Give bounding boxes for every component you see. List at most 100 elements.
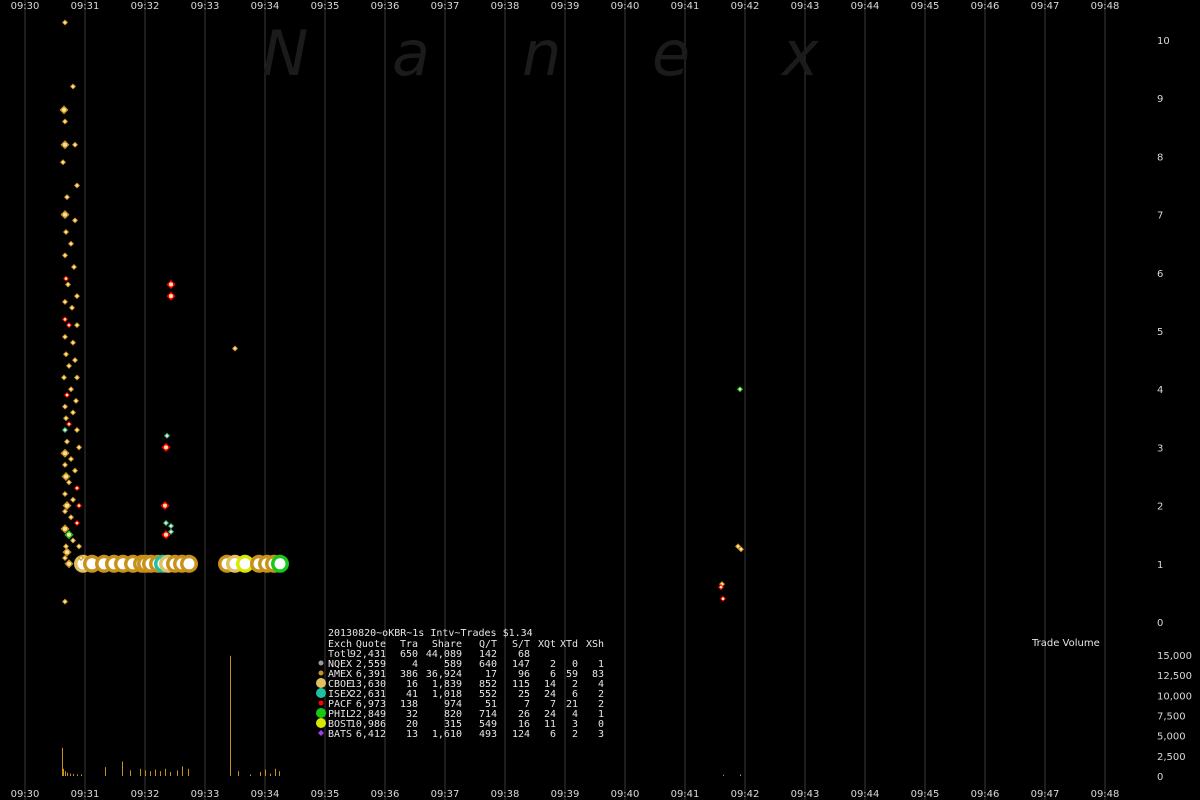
price-tick: 7 bbox=[1157, 211, 1163, 222]
volume-tick: 5,000 bbox=[1157, 732, 1186, 743]
table-row-cell: 493 bbox=[479, 729, 497, 740]
trade-marker bbox=[62, 316, 68, 323]
volume-bar bbox=[165, 768, 166, 776]
watermark-letter: x bbox=[780, 17, 820, 90]
volume-bar bbox=[279, 771, 280, 776]
volume-bar bbox=[188, 768, 189, 776]
trade-marker bbox=[163, 520, 169, 527]
price-tick: 0 bbox=[1157, 618, 1163, 629]
volume-bar bbox=[73, 773, 74, 776]
table-row-cell: 13 bbox=[406, 729, 418, 740]
volume-bar bbox=[230, 655, 231, 776]
price-tick: 6 bbox=[1157, 269, 1163, 280]
trade-marker bbox=[164, 432, 170, 439]
trade-marker bbox=[69, 304, 75, 311]
legend-marker bbox=[316, 688, 326, 698]
exchange-stats-table: 20130820~oKBR~1s Intv~Trades $1.34 Exch Q… bbox=[316, 628, 604, 740]
trade-marker bbox=[62, 598, 68, 605]
trade-marker bbox=[64, 559, 74, 569]
trade-marker bbox=[70, 339, 76, 346]
volume-bar bbox=[238, 771, 239, 776]
trade-marker bbox=[66, 322, 72, 329]
table-row-cell: 6 bbox=[550, 729, 556, 740]
volume-bar bbox=[81, 774, 82, 776]
trade-marker bbox=[60, 210, 70, 220]
trade-marker bbox=[166, 291, 176, 301]
trade-marker bbox=[68, 456, 74, 463]
trade-marker bbox=[62, 333, 68, 340]
volume-bar bbox=[740, 774, 741, 776]
trade-marker bbox=[76, 543, 82, 550]
large-trade-marker bbox=[180, 554, 198, 573]
time-tick-top: 09:36 bbox=[371, 1, 400, 12]
chart-title: 20130820~oKBR~1s Intv~Trades $1.34 bbox=[328, 628, 533, 639]
trade-marker bbox=[72, 141, 78, 148]
legend-marker bbox=[316, 678, 326, 688]
trade-marker bbox=[720, 595, 726, 602]
trade-marker bbox=[64, 392, 70, 399]
price-tick: 2 bbox=[1157, 502, 1163, 513]
time-tick-bottom: 09:47 bbox=[1031, 789, 1060, 800]
time-tick-top: 09:47 bbox=[1031, 1, 1060, 12]
time-tick-top: 09:32 bbox=[131, 1, 160, 12]
volume-tick: 12,500 bbox=[1157, 671, 1192, 682]
price-tick: 10 bbox=[1157, 36, 1170, 47]
time-tick-bottom: 09:40 bbox=[611, 789, 640, 800]
time-tick-top: 09:46 bbox=[971, 1, 1000, 12]
time-tick-bottom: 09:41 bbox=[671, 789, 700, 800]
trade-marker bbox=[60, 140, 70, 150]
volume-bar bbox=[170, 771, 171, 776]
volume-tick: 0 bbox=[1157, 772, 1163, 783]
time-tick-bottom: 09:34 bbox=[251, 789, 280, 800]
legend-marker bbox=[318, 730, 324, 736]
time-tick-bottom: 09:32 bbox=[131, 789, 160, 800]
trade-marker bbox=[70, 83, 76, 90]
time-tick-bottom: 09:31 bbox=[71, 789, 100, 800]
volume-axis-title: Trade Volume bbox=[1031, 638, 1100, 649]
trade-marker bbox=[68, 386, 74, 393]
trade-marker bbox=[72, 217, 78, 224]
trade-marker bbox=[71, 263, 77, 270]
trade-marker bbox=[63, 275, 69, 282]
time-tick-bottom: 09:44 bbox=[851, 789, 880, 800]
volume-bar bbox=[723, 774, 724, 776]
volume-bar bbox=[265, 769, 266, 776]
volume-tick: 15,000 bbox=[1157, 651, 1192, 662]
time-tick-top: 09:44 bbox=[851, 1, 880, 12]
trade-marker bbox=[74, 374, 80, 381]
time-tick-top: 09:48 bbox=[1091, 1, 1120, 12]
trade-marker bbox=[65, 281, 71, 288]
time-tick-top: 09:42 bbox=[731, 1, 760, 12]
volume-bar bbox=[177, 770, 178, 776]
volume-bar bbox=[67, 772, 68, 776]
trade-marker bbox=[63, 415, 69, 422]
legend-marker bbox=[316, 718, 326, 728]
volume-tick: 7,500 bbox=[1157, 712, 1186, 723]
nanex-trade-chart: Na n e x 09:30 09:30 09:31 09:31 09:32 09:32 09:3… bbox=[11, 0, 1192, 800]
table-row-cell: 3 bbox=[598, 729, 604, 740]
trade-marker bbox=[62, 490, 68, 497]
time-tick-bottom: 09:48 bbox=[1091, 789, 1120, 800]
volume-bar bbox=[122, 761, 123, 776]
volume-axis-labels: 0 2,500 5,000 7,500 10,000 12,500 15,000 bbox=[1157, 651, 1192, 783]
time-tick-top: 09:31 bbox=[71, 1, 100, 12]
trade-marker bbox=[160, 501, 170, 511]
trade-marker bbox=[72, 467, 78, 474]
trade-marker bbox=[60, 448, 70, 458]
volume-bar bbox=[260, 771, 261, 776]
volume-bar bbox=[182, 766, 183, 776]
trade-marker bbox=[64, 194, 70, 201]
volume-bar bbox=[62, 747, 63, 776]
trade-marker bbox=[73, 397, 79, 404]
time-tick-bottom: 09:45 bbox=[911, 789, 940, 800]
volume-tick: 2,500 bbox=[1157, 752, 1186, 763]
legend-marker bbox=[318, 670, 324, 676]
trade-marker bbox=[74, 293, 80, 300]
trade-marker bbox=[68, 240, 74, 247]
trade-marker bbox=[62, 19, 68, 26]
trade-marker bbox=[64, 438, 70, 445]
trade-marker bbox=[74, 485, 80, 492]
volume-bar bbox=[270, 773, 271, 776]
volume-bar bbox=[105, 767, 106, 776]
time-tick-top: 09:33 bbox=[191, 1, 220, 12]
